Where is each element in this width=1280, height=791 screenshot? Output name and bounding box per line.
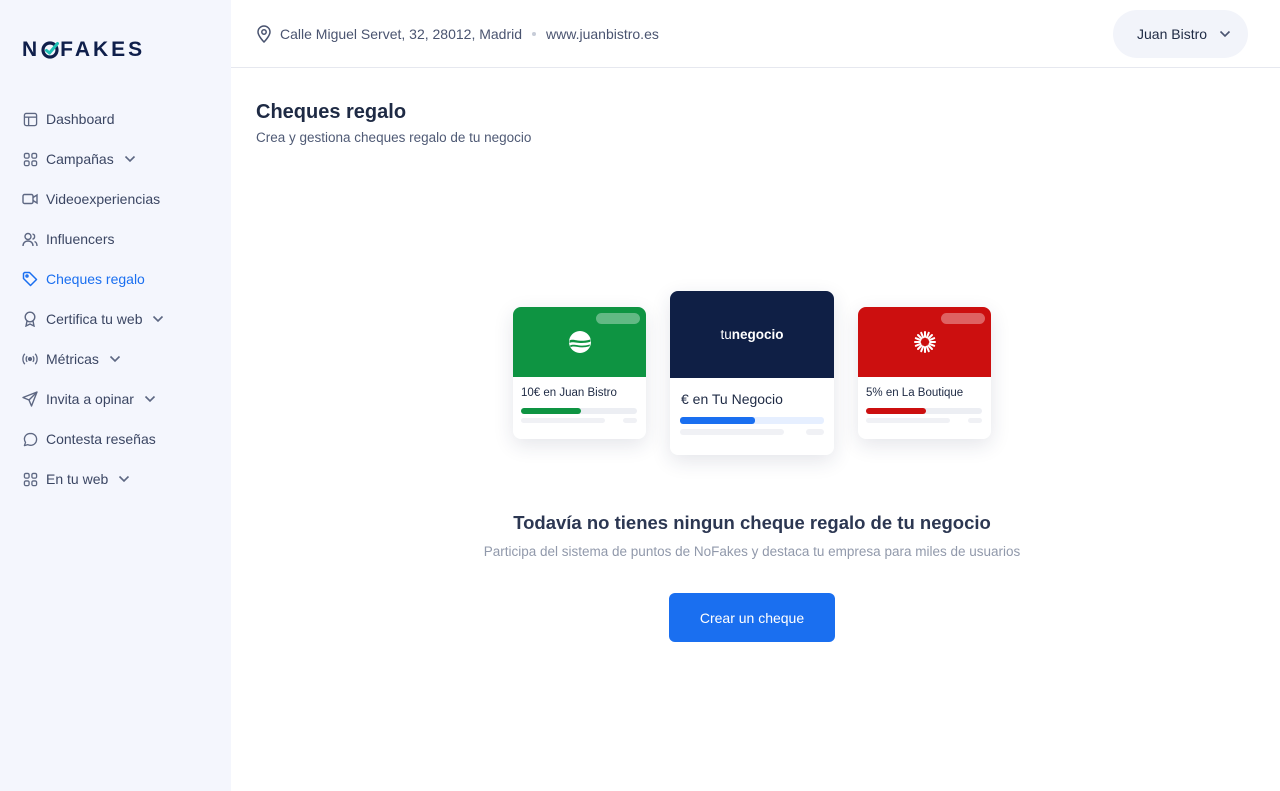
gift-card-preview-green: 10€ en Juan Bistro — [513, 307, 646, 439]
gift-card-label: 10€ en Juan Bistro — [521, 387, 617, 399]
gift-card-progress-fill — [866, 408, 927, 414]
create-cheque-button[interactable]: Crear un cheque — [669, 593, 835, 642]
chevron-down-icon — [144, 395, 156, 403]
chevron-down-icon — [1219, 30, 1231, 38]
placeholder-line — [623, 418, 637, 423]
logo-name: negocio — [731, 327, 784, 342]
sidebar-item-label: Métricas — [46, 351, 99, 367]
page-title: Cheques regalo — [256, 101, 407, 123]
chevron-down-icon — [118, 475, 130, 483]
sidebar-item-label: En tu web — [46, 471, 109, 487]
sidebar-item-invita-a-opinar[interactable]: Invita a opinar — [0, 379, 231, 419]
sidebar-nav: Dashboard Campañas Videoexperiencias Inf… — [0, 99, 231, 499]
gift-card-progress-fill — [680, 417, 755, 424]
logo-check-icon — [41, 41, 60, 59]
placeholder-line — [968, 418, 982, 423]
gift-card-header — [858, 307, 991, 377]
gift-card-progress-track — [680, 417, 824, 424]
user-menu-button[interactable]: Juan Bistro — [1113, 10, 1248, 58]
sidebar-item-influencers[interactable]: Influencers — [0, 219, 231, 259]
gift-card-header: tunegocio — [670, 291, 834, 378]
tunegocio-logo: tunegocio — [720, 327, 783, 342]
chevron-down-icon — [124, 155, 136, 163]
placeholder-line — [806, 429, 824, 435]
users-icon — [22, 231, 38, 247]
empty-state-title: Todavía no tienes ningun cheque regalo d… — [513, 512, 991, 533]
grid-icon — [22, 151, 38, 167]
page-subtitle: Crea y gestiona cheques regalo de tu neg… — [256, 130, 532, 145]
gift-card-pill — [941, 313, 985, 324]
layout-icon — [22, 111, 38, 127]
bank-logo-icon — [568, 331, 591, 353]
gift-card-preview-center: tunegocio € en Tu Negocio — [670, 291, 834, 455]
placeholder-line — [521, 418, 605, 423]
chevron-down-icon — [152, 315, 164, 323]
sidebar: N FAKES Dashboard Campañas Videoexperien… — [0, 0, 231, 791]
nofakes-logo[interactable]: N FAKES — [22, 39, 145, 61]
map-pin-icon — [256, 25, 272, 43]
sidebar-item-cheques-regalo[interactable]: Cheques regalo — [0, 259, 231, 299]
empty-state-subtitle: Participa del sistema de puntos de NoFak… — [483, 544, 1021, 559]
sidebar-item-label: Campañas — [46, 151, 114, 167]
tag-icon — [22, 271, 38, 287]
sidebar-item-videoexperiencias[interactable]: Videoexperiencias — [0, 179, 231, 219]
website-link[interactable]: www.juanbistro.es — [546, 26, 659, 42]
sidebar-item-dashboard[interactable]: Dashboard — [0, 99, 231, 139]
separator-dot — [532, 32, 537, 36]
sidebar-item-campanas[interactable]: Campañas — [0, 139, 231, 179]
business-location: Calle Miguel Servet, 32, 28012, Madrid w… — [256, 25, 659, 43]
sidebar-item-certifica-tu-web[interactable]: Certifica tu web — [0, 299, 231, 339]
chevron-down-icon — [109, 355, 121, 363]
send-icon — [22, 391, 38, 407]
gift-card-header — [513, 307, 646, 377]
message-icon — [22, 431, 38, 447]
sidebar-item-en-tu-web[interactable]: En tu web — [0, 459, 231, 499]
sidebar-item-label: Dashboard — [46, 111, 115, 127]
placeholder-line — [866, 418, 950, 423]
user-name: Juan Bistro — [1137, 26, 1208, 42]
video-icon — [22, 191, 38, 207]
sidebar-item-label: Contesta reseñas — [46, 431, 156, 447]
gift-card-label: 5% en La Boutique — [866, 387, 964, 399]
sidebar-item-label: Invita a opinar — [46, 391, 134, 407]
sidebar-item-metricas[interactable]: Métricas — [0, 339, 231, 379]
gift-card-label: € en Tu Negocio — [681, 391, 783, 407]
sidebar-item-label: Influencers — [46, 231, 115, 247]
gift-card-progress-track — [521, 408, 637, 414]
sunburst-logo-icon — [913, 331, 936, 353]
address-text: Calle Miguel Servet, 32, 28012, Madrid — [280, 26, 523, 42]
sidebar-item-label: Certifica tu web — [46, 311, 143, 327]
logo-prefix: tu — [720, 327, 732, 342]
award-icon — [22, 311, 38, 327]
gift-card-preview-red: 5% en La Boutique — [858, 307, 991, 439]
sidebar-item-contesta-resenas[interactable]: Contesta reseñas — [0, 419, 231, 459]
top-bar: Calle Miguel Servet, 32, 28012, Madrid w… — [231, 0, 1280, 68]
placeholder-line — [680, 429, 784, 435]
sidebar-item-label: Cheques regalo — [46, 271, 145, 287]
gift-card-progress-track — [866, 408, 982, 414]
broadcast-icon — [22, 351, 38, 367]
grid-icon — [22, 471, 38, 487]
logo-letter-n: N — [22, 38, 41, 61]
logo-text-fakes: FAKES — [60, 38, 146, 61]
gift-card-progress-fill — [521, 408, 582, 414]
sidebar-item-label: Videoexperiencias — [46, 191, 161, 207]
gift-card-pill — [596, 313, 640, 324]
